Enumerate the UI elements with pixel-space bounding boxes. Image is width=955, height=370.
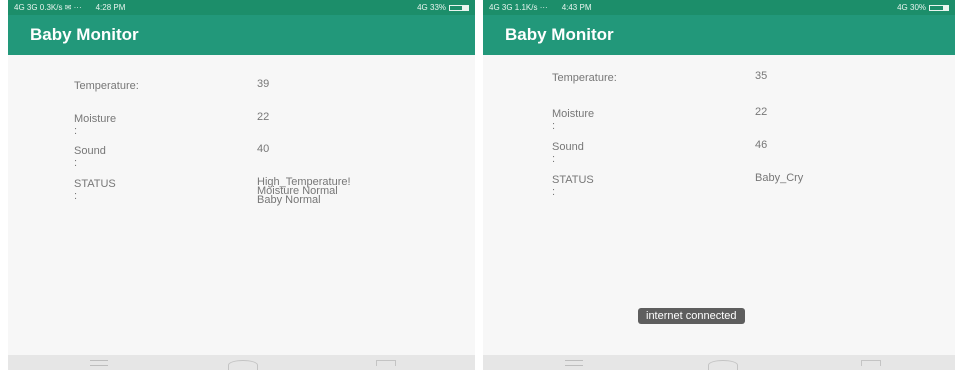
- battery-icon: [449, 4, 469, 11]
- home-nav-icon[interactable]: [228, 360, 258, 370]
- status-value: High_Temperature! Moisture Normal Baby N…: [257, 177, 351, 206]
- temperature-value: 39: [257, 78, 270, 90]
- clock: 4:28 PM: [95, 3, 126, 12]
- status-bar: 4G 3G 0.3K/s ✉ ··· 4:28 PM 4G 33%: [8, 0, 475, 15]
- temperature-value: 35: [755, 70, 768, 82]
- menu-nav-icon[interactable]: [565, 360, 583, 366]
- clock: 4:43 PM: [561, 3, 592, 12]
- sound-label: Sound :: [552, 141, 584, 165]
- app-bar: Baby Monitor: [8, 15, 475, 55]
- battery-status: 4G 33%: [417, 3, 446, 12]
- home-nav-icon[interactable]: [708, 360, 738, 370]
- back-nav-icon[interactable]: [861, 360, 881, 366]
- moisture-label: Moisture :: [74, 113, 117, 137]
- system-nav-bar: [483, 355, 955, 370]
- moisture-value: 22: [257, 111, 270, 123]
- status-label: STATUS :: [74, 178, 116, 202]
- sound-value: 46: [755, 139, 768, 151]
- sound-label: Sound :: [74, 145, 106, 169]
- sound-value: 40: [257, 143, 270, 155]
- moisture-value: 22: [755, 106, 768, 118]
- app-title: Baby Monitor: [505, 25, 614, 44]
- status-line: Baby Normal: [257, 194, 321, 206]
- temperature-label: Temperature:: [74, 80, 139, 92]
- phone-screen-left: 4G 3G 0.3K/s ✉ ··· 4:28 PM 4G 33% Baby M…: [8, 0, 475, 370]
- system-nav-bar: [8, 355, 475, 370]
- moisture-label: Moisture :: [552, 108, 595, 132]
- battery-icon: [929, 4, 949, 11]
- status-bar: 4G 3G 1.1K/s ··· 4:43 PM 4G 30%: [483, 0, 955, 15]
- back-nav-icon[interactable]: [376, 360, 396, 366]
- app-bar: Baby Monitor: [483, 15, 955, 55]
- temperature-label: Temperature:: [552, 72, 617, 84]
- menu-nav-icon[interactable]: [90, 360, 108, 366]
- app-title: Baby Monitor: [30, 25, 139, 44]
- network-status: 4G 3G 1.1K/s ···: [489, 3, 548, 12]
- network-status: 4G 3G 0.3K/s ✉ ···: [14, 3, 82, 12]
- status-label: STATUS :: [552, 174, 594, 198]
- battery-status: 4G 30%: [897, 3, 926, 12]
- phone-screen-right: 4G 3G 1.1K/s ··· 4:43 PM 4G 30% Baby Mon…: [483, 0, 955, 370]
- status-value: Baby_Cry: [755, 172, 804, 184]
- toast-message: internet connected: [638, 308, 745, 324]
